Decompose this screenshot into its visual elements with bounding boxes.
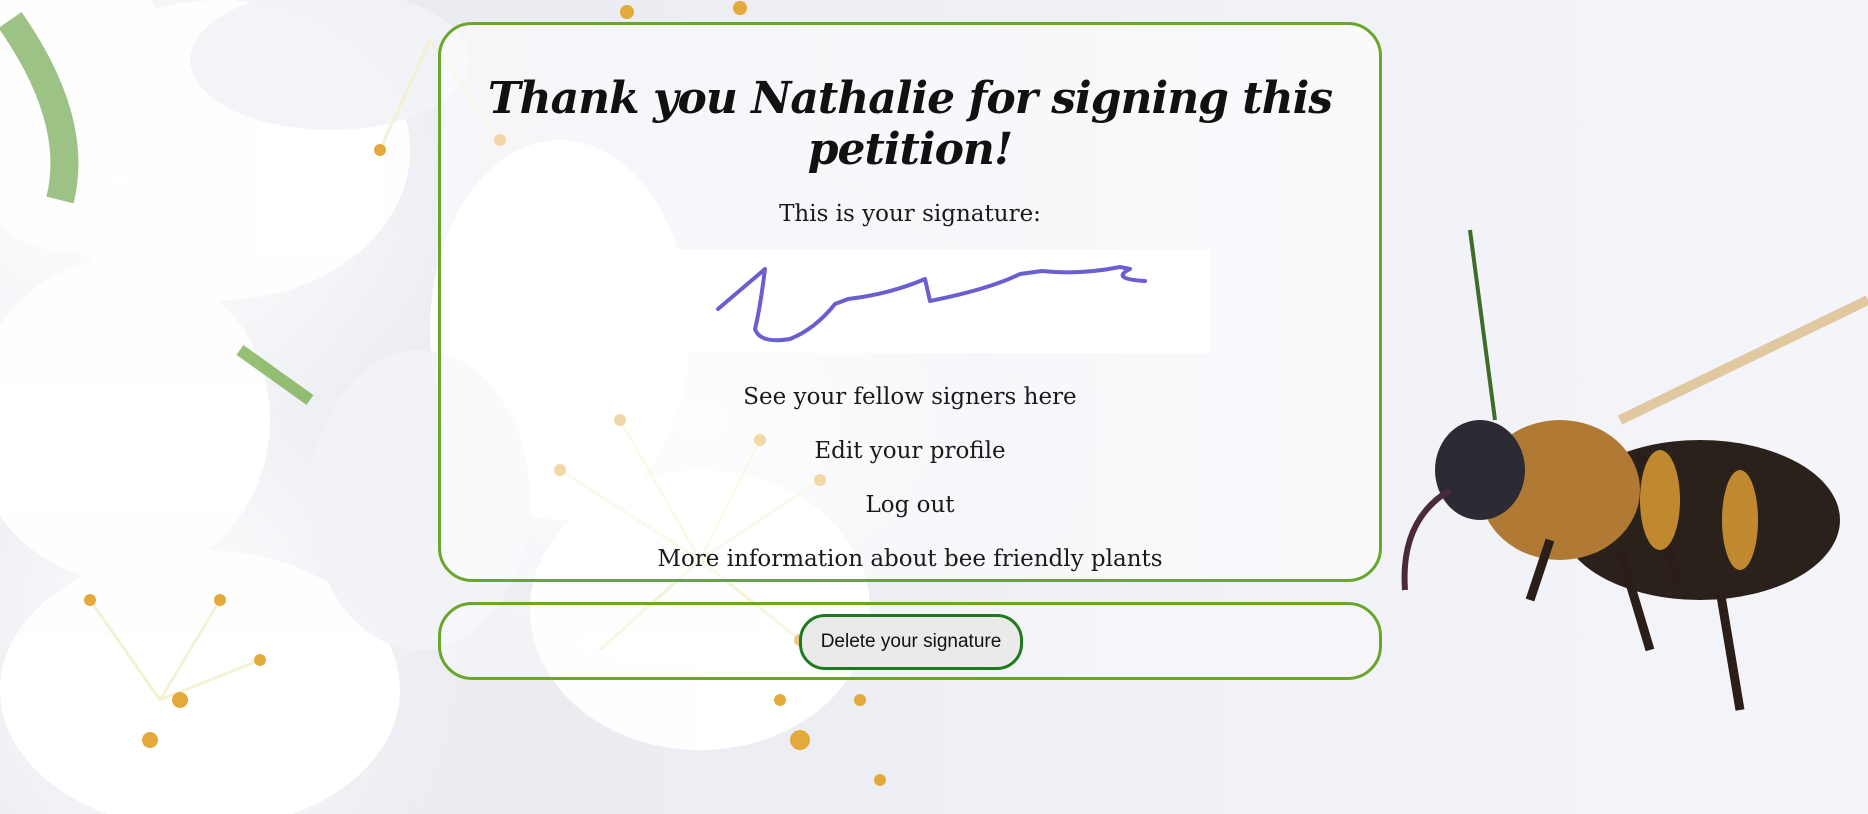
delete-signature-button[interactable]: Delete your signature: [799, 614, 1023, 670]
delete-signature-card: Delete your signature: [438, 602, 1382, 680]
logout-link[interactable]: Log out: [441, 491, 1379, 545]
signature-drawing: [716, 265, 1147, 343]
bee-illustration: [1401, 229, 1868, 711]
thank-you-card: Thank you Nathalie for signing this peti…: [438, 22, 1382, 582]
bee-plants-info-link[interactable]: More information about bee friendly plan…: [441, 545, 1379, 599]
page-title: Thank you Nathalie for signing this peti…: [487, 73, 1333, 175]
signature-image: [610, 249, 1210, 353]
action-links: See your fellow signers here Edit your p…: [441, 383, 1379, 599]
signature-label: This is your signature:: [779, 201, 1041, 227]
edit-profile-link[interactable]: Edit your profile: [441, 437, 1379, 491]
fellow-signers-link[interactable]: See your fellow signers here: [441, 383, 1379, 437]
